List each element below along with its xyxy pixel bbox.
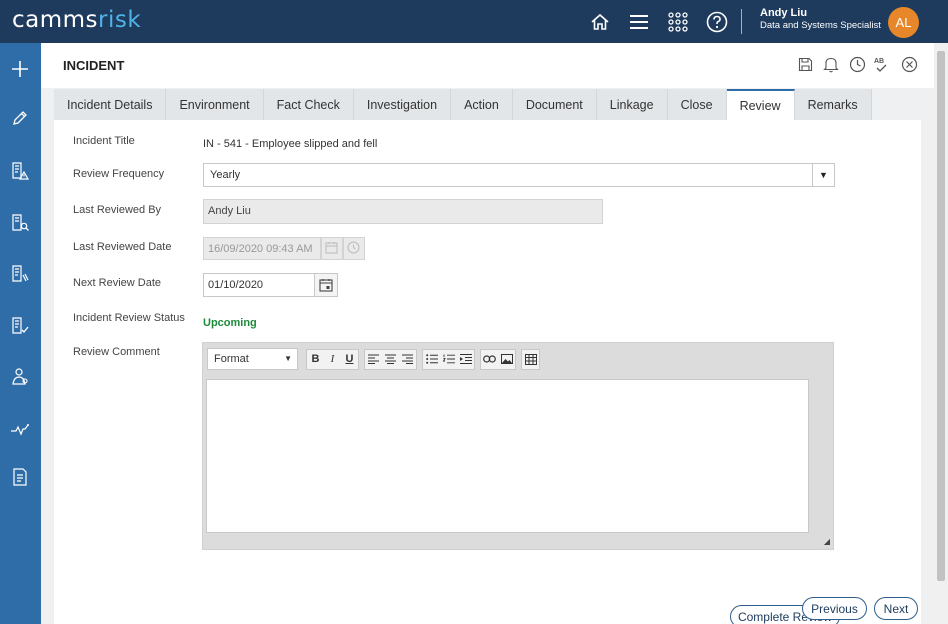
tab-remarks[interactable]: Remarks xyxy=(794,89,872,120)
assign-doc-icon[interactable] xyxy=(9,263,31,285)
home-icon[interactable] xyxy=(588,10,612,34)
review-frequency-select[interactable]: Yearly ▼ xyxy=(203,163,835,187)
user-info[interactable]: Andy Liu Data and Systems Specialist xyxy=(760,7,881,31)
left-sidebar xyxy=(0,43,41,624)
page-title: INCIDENT xyxy=(63,58,125,73)
table-icon[interactable] xyxy=(522,350,539,369)
add-icon[interactable] xyxy=(9,58,31,80)
logo-text: camms xyxy=(12,7,99,33)
main-area: INCIDENT AB Incident Details Environment… xyxy=(41,43,934,624)
editor-toolbar: Format ▼ B I U xyxy=(207,348,545,370)
tab-fact-check[interactable]: Fact Check xyxy=(263,89,354,120)
bold-icon[interactable]: B xyxy=(307,350,324,369)
next-review-date-input[interactable]: 01/10/2020 xyxy=(203,273,315,297)
tab-action[interactable]: Action xyxy=(451,89,513,120)
people-icon[interactable] xyxy=(9,366,31,388)
previous-button[interactable]: Previous xyxy=(802,597,867,620)
calendar-icon[interactable] xyxy=(315,273,338,297)
next-button[interactable]: Next xyxy=(874,597,918,620)
format-dropdown[interactable]: Format ▼ xyxy=(207,348,298,370)
analytics-icon[interactable] xyxy=(9,418,31,440)
italic-icon[interactable]: I xyxy=(324,350,341,369)
indent-icon[interactable] xyxy=(457,350,474,369)
last-reviewed-by-field: Andy Liu xyxy=(203,199,603,224)
notification-icon[interactable] xyxy=(822,55,840,73)
tab-linkage[interactable]: Linkage xyxy=(596,89,668,120)
header-actions: AB xyxy=(796,55,926,73)
menu-icon[interactable] xyxy=(627,10,651,34)
app-logo[interactable]: cammsrisk xyxy=(12,7,141,33)
review-status-value: Upcoming xyxy=(203,317,257,329)
align-right-icon[interactable] xyxy=(399,350,416,369)
last-reviewed-by-label: Last Reviewed By xyxy=(73,204,162,216)
link-icon[interactable] xyxy=(481,350,498,369)
save-icon[interactable] xyxy=(796,55,814,73)
help-icon[interactable] xyxy=(705,10,729,34)
last-reviewed-date-field: 16/09/2020 09:43 AM xyxy=(203,237,321,260)
resize-handle-icon[interactable]: ◢ xyxy=(824,537,830,546)
underline-icon[interactable]: U xyxy=(341,350,358,369)
align-center-icon[interactable] xyxy=(382,350,399,369)
edit-icon[interactable] xyxy=(9,107,31,129)
format-label: Format xyxy=(214,353,249,365)
logo-accent-text: risk xyxy=(98,7,142,33)
numbered-list-icon[interactable] xyxy=(440,350,457,369)
review-form: Incident Title IN - 541 - Employee slipp… xyxy=(54,120,921,624)
table-group xyxy=(521,348,540,370)
tab-bar: Incident Details Environment Fact Check … xyxy=(54,89,872,120)
incident-title-value: IN - 541 - Employee slipped and fell xyxy=(203,138,378,150)
tab-investigation[interactable]: Investigation xyxy=(353,89,452,120)
top-nav-icons xyxy=(588,8,744,36)
checklist-icon[interactable] xyxy=(9,315,31,337)
avatar[interactable]: AL xyxy=(888,7,919,38)
align-left-icon[interactable] xyxy=(365,350,382,369)
top-bar: cammsrisk Andy Liu Data and Systems Spec… xyxy=(0,0,948,43)
review-comment-editor: Format ▼ B I U ◢ xyxy=(202,342,834,550)
alignment-group xyxy=(364,348,417,370)
calendar-icon xyxy=(321,237,343,260)
top-divider xyxy=(741,9,742,34)
review-frequency-value: Yearly xyxy=(210,169,241,181)
tab-close[interactable]: Close xyxy=(667,89,727,120)
chevron-down-icon[interactable]: ▼ xyxy=(812,164,834,186)
text-style-group: B I U xyxy=(306,348,359,370)
incident-icon[interactable] xyxy=(9,160,31,182)
chevron-down-icon: ▼ xyxy=(284,354,292,363)
clock-icon xyxy=(343,237,365,260)
svg-text:AB: AB xyxy=(874,58,884,65)
report-icon[interactable] xyxy=(9,466,31,488)
image-icon[interactable] xyxy=(498,350,515,369)
tab-environment[interactable]: Environment xyxy=(166,89,264,120)
search-doc-icon[interactable] xyxy=(9,212,31,234)
review-comment-label: Review Comment xyxy=(73,346,160,358)
user-name: Andy Liu xyxy=(760,7,808,19)
list-group xyxy=(422,348,475,370)
scrollbar-thumb[interactable] xyxy=(937,51,945,581)
bulleted-list-icon[interactable] xyxy=(423,350,440,369)
history-icon[interactable] xyxy=(848,55,866,73)
comment-textarea[interactable] xyxy=(206,379,809,533)
close-icon[interactable] xyxy=(900,55,918,73)
user-role: Data and Systems Specialist xyxy=(760,20,881,31)
tab-incident-details[interactable]: Incident Details xyxy=(54,89,167,120)
review-frequency-label: Review Frequency xyxy=(73,168,165,180)
tab-review[interactable]: Review xyxy=(726,89,795,120)
apps-grid-icon[interactable] xyxy=(666,10,690,34)
tab-document[interactable]: Document xyxy=(512,89,597,120)
review-status-label: Incident Review Status xyxy=(73,312,185,324)
incident-title-label: Incident Title xyxy=(73,135,135,147)
spellcheck-icon[interactable]: AB xyxy=(874,55,892,73)
next-review-date-label: Next Review Date xyxy=(73,277,162,289)
vertical-scrollbar[interactable] xyxy=(934,43,948,624)
page-header: INCIDENT AB xyxy=(41,43,934,88)
last-reviewed-date-label: Last Reviewed Date xyxy=(73,241,172,253)
insert-group xyxy=(480,348,516,370)
